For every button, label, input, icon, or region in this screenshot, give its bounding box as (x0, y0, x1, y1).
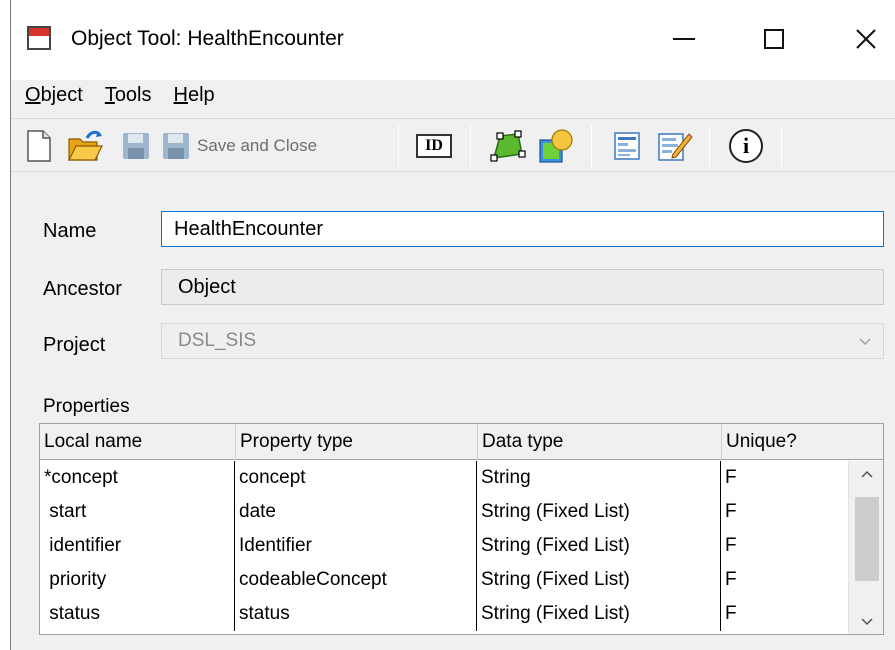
column-header-local-name[interactable]: Local name (40, 424, 236, 460)
save-and-close-button[interactable]: Save and Close (161, 127, 317, 165)
toolbar-separator (398, 125, 399, 167)
edit-form-icon (658, 133, 693, 161)
ancestor-label: Ancestor (43, 278, 122, 300)
cell-data-type[interactable]: String (Fixed List) (477, 529, 721, 563)
scroll-thumb[interactable] (855, 497, 879, 581)
cell-property-type[interactable]: date (235, 495, 477, 529)
close-icon (856, 29, 876, 49)
cell-unique[interactable]: F (721, 563, 840, 597)
save-icon (123, 133, 149, 159)
window-title: Object Tool: HealthEncounter (71, 27, 344, 50)
toolbar-separator (709, 125, 710, 167)
id-button[interactable]: ID (416, 127, 452, 165)
cell-unique[interactable]: F (721, 597, 840, 631)
cell-data-type[interactable]: String (Fixed List) (477, 495, 721, 529)
cell-property-type[interactable]: concept (235, 461, 477, 495)
toolbar-separator (781, 125, 782, 167)
title-bar: Object Tool: HealthEncounter (11, 0, 895, 80)
maximize-button[interactable] (751, 16, 797, 62)
name-label: Name (43, 220, 97, 242)
chevron-up-icon (861, 470, 873, 478)
object-tool-window: Object Tool: HealthEncounter Object Tool… (10, 0, 895, 650)
new-icon (27, 130, 51, 162)
cell-property-type[interactable]: status (235, 597, 477, 631)
edit-form-button[interactable] (657, 127, 693, 165)
info-button[interactable]: i (729, 127, 763, 165)
cell-data-type[interactable]: String (477, 461, 721, 495)
table-row[interactable]: status status String (Fixed List) F (40, 597, 840, 631)
id-icon: ID (416, 134, 452, 158)
minimize-icon (673, 38, 695, 40)
shapes-icon (539, 129, 573, 163)
properties-caption: Properties (43, 396, 130, 417)
cell-local-name[interactable]: status (40, 597, 235, 631)
save-and-close-icon (163, 133, 189, 159)
menu-help[interactable]: Help (174, 84, 215, 107)
cell-unique[interactable]: F (721, 529, 840, 563)
chevron-down-icon (859, 338, 871, 346)
chevron-down-icon (861, 618, 873, 626)
form-icon (614, 132, 640, 160)
scroll-up-button[interactable] (849, 461, 883, 489)
info-icon: i (729, 129, 763, 163)
open-button[interactable] (67, 127, 103, 165)
toolbar: Save and Close ID i (11, 118, 895, 172)
menu-object[interactable]: Object (25, 84, 83, 107)
cell-local-name[interactable]: identifier (40, 529, 235, 563)
vertical-scrollbar[interactable] (848, 461, 883, 634)
column-header-property-type[interactable]: Property type (236, 424, 478, 460)
cell-local-name[interactable]: priority (40, 563, 235, 597)
cell-property-type[interactable]: codeableConcept (235, 563, 477, 597)
name-field[interactable] (161, 211, 884, 247)
project-label: Project (43, 334, 106, 356)
menu-bar: Object Tools Help (11, 80, 895, 110)
table-row[interactable]: *concept concept String F (40, 461, 840, 495)
open-icon (68, 130, 103, 161)
cell-unique[interactable]: F (721, 461, 840, 495)
grid-header: Local name Property type Data type Uniqu… (40, 424, 883, 460)
close-button[interactable] (843, 16, 889, 62)
ancestor-field: Object (161, 269, 884, 305)
cell-local-name[interactable]: start (40, 495, 235, 529)
project-value: DSL_SIS (178, 330, 257, 351)
table-row[interactable]: priority codeableConcept String (Fixed L… (40, 563, 840, 597)
save-button[interactable] (121, 127, 151, 165)
scroll-down-button[interactable] (849, 607, 883, 634)
new-button[interactable] (25, 127, 53, 165)
app-window-icon (27, 26, 51, 50)
cell-property-type[interactable]: Identifier (235, 529, 477, 563)
properties-grid: Local name Property type Data type Uniqu… (39, 423, 884, 635)
table-row[interactable]: start date String (Fixed List) F (40, 495, 840, 529)
grid-body: *concept concept String F start date Str… (40, 461, 840, 634)
toolbar-separator (591, 125, 592, 167)
form-button[interactable] (613, 127, 641, 165)
table-row[interactable]: identifier Identifier String (Fixed List… (40, 529, 840, 563)
maximize-icon (764, 29, 784, 49)
diagram-button[interactable] (488, 127, 526, 165)
menu-tools[interactable]: Tools (105, 84, 152, 107)
diagram-icon (490, 130, 526, 162)
column-header-data-type[interactable]: Data type (478, 424, 722, 460)
save-and-close-label: Save and Close (197, 136, 318, 155)
cell-local-name[interactable]: *concept (40, 461, 235, 495)
project-select[interactable]: DSL_SIS (161, 323, 884, 359)
cell-data-type[interactable]: String (Fixed List) (477, 563, 721, 597)
cell-unique[interactable]: F (721, 495, 840, 529)
cell-data-type[interactable]: String (Fixed List) (477, 597, 721, 631)
toolbar-separator (470, 125, 471, 167)
shapes-button[interactable] (538, 127, 574, 165)
column-header-unique[interactable]: Unique? (722, 424, 883, 460)
minimize-button[interactable] (661, 16, 707, 62)
